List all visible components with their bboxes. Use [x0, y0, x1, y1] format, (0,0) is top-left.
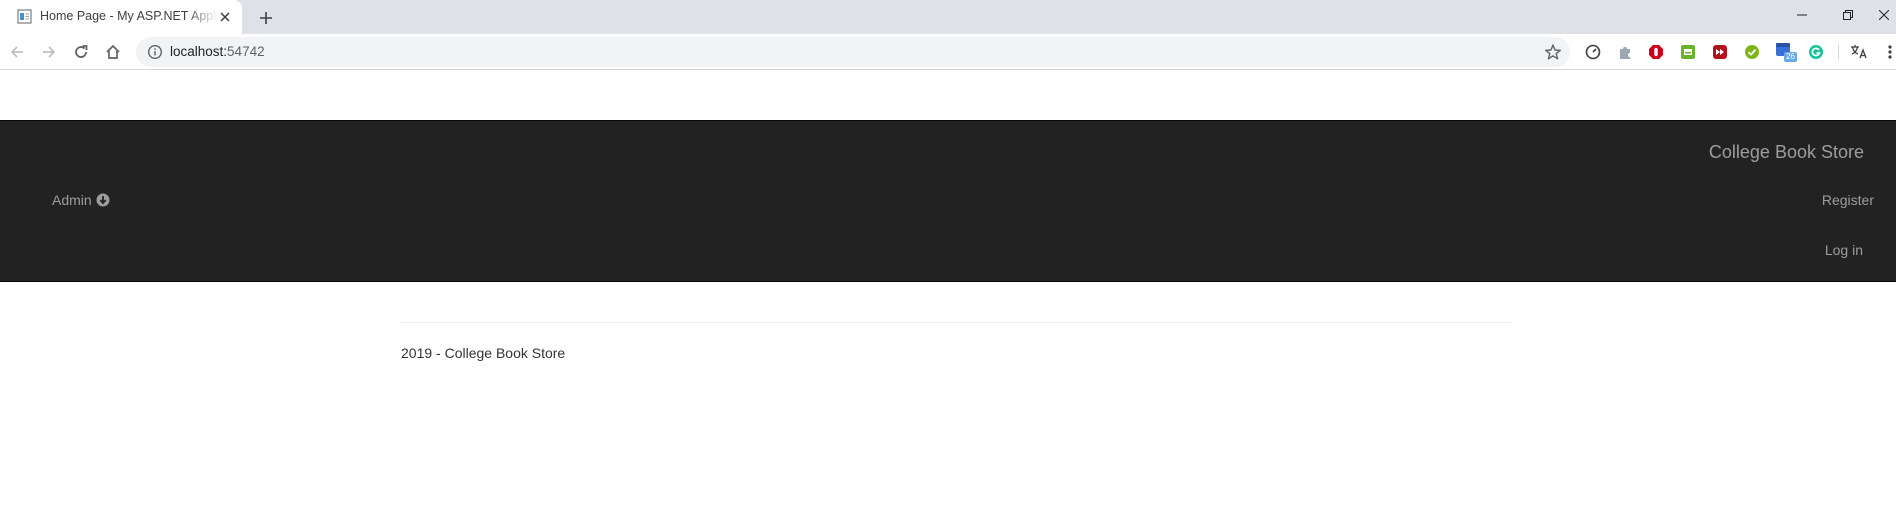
site-navbar: College Book Store Admin Register Log in [0, 120, 1896, 282]
close-icon [1878, 10, 1889, 20]
menu-icon [1888, 45, 1892, 59]
extension-checkmark[interactable] [1743, 43, 1761, 61]
browser-toolbar: localhost:54742 26 [0, 34, 1896, 70]
document-icon [17, 9, 32, 24]
extension-translate[interactable] [1850, 43, 1868, 61]
checkmark-icon [1745, 45, 1759, 59]
home-button[interactable] [102, 41, 124, 63]
tab-title: Home Page - My ASP.NET Application [40, 9, 218, 23]
adblock-icon [1649, 45, 1663, 59]
admin-label: Admin [52, 192, 92, 208]
extension-calendar[interactable]: 26 [1775, 43, 1797, 62]
toolbar-divider [1838, 44, 1839, 60]
extension-puzzle[interactable] [1616, 43, 1634, 61]
url-host: localhost: [170, 44, 228, 59]
register-link[interactable]: Register [1822, 192, 1874, 208]
print-icon [1681, 45, 1695, 59]
forward-arrow-icon [43, 46, 56, 58]
url-port: 54742 [227, 44, 265, 59]
video-forward-icon [1713, 45, 1727, 59]
login-link[interactable]: Log in [1825, 242, 1863, 258]
new-tab-button[interactable] [255, 7, 277, 29]
url-text[interactable]: localhost:54742 [170, 44, 265, 59]
grammarly-icon [1809, 45, 1823, 59]
tab-close-button[interactable] [217, 9, 233, 25]
extension-grammarly[interactable] [1807, 43, 1825, 61]
reload-button[interactable] [70, 41, 92, 63]
browser-menu-button[interactable] [1884, 43, 1896, 61]
extension-speedometer[interactable] [1584, 43, 1602, 61]
close-icon [220, 12, 230, 22]
reload-icon [75, 45, 88, 58]
footer-divider [400, 322, 1512, 323]
minimize-button[interactable] [1779, 0, 1825, 30]
restore-icon [1843, 10, 1853, 20]
back-arrow-icon [10, 46, 23, 58]
extension-print[interactable] [1679, 43, 1697, 61]
window-close-button[interactable] [1871, 0, 1896, 30]
extension-adblock[interactable] [1647, 43, 1665, 61]
tab-strip: Home Page - My ASP.NET Application [0, 0, 1896, 34]
translate-icon [1851, 45, 1867, 59]
extension-video-forward[interactable] [1711, 43, 1729, 61]
plus-icon [260, 12, 272, 24]
brand-link[interactable]: College Book Store [1709, 142, 1864, 163]
back-button[interactable] [6, 41, 28, 63]
info-icon[interactable] [147, 44, 163, 60]
calendar-badge: 26 [1784, 52, 1797, 62]
browser-tab[interactable]: Home Page - My ASP.NET Application [0, 0, 242, 34]
forward-button[interactable] [38, 41, 60, 63]
circle-arrow-down-icon [96, 193, 110, 207]
minimize-icon [1797, 14, 1807, 16]
speedometer-icon [1585, 44, 1601, 60]
home-icon [106, 44, 120, 59]
puzzle-icon [1620, 47, 1630, 59]
address-bar[interactable]: localhost:54742 [136, 37, 1570, 67]
restore-button[interactable] [1825, 0, 1871, 30]
footer-copyright: 2019 - College Book Store [401, 345, 566, 361]
admin-dropdown[interactable]: Admin [52, 192, 110, 208]
bookmark-star-icon[interactable] [1544, 43, 1562, 61]
